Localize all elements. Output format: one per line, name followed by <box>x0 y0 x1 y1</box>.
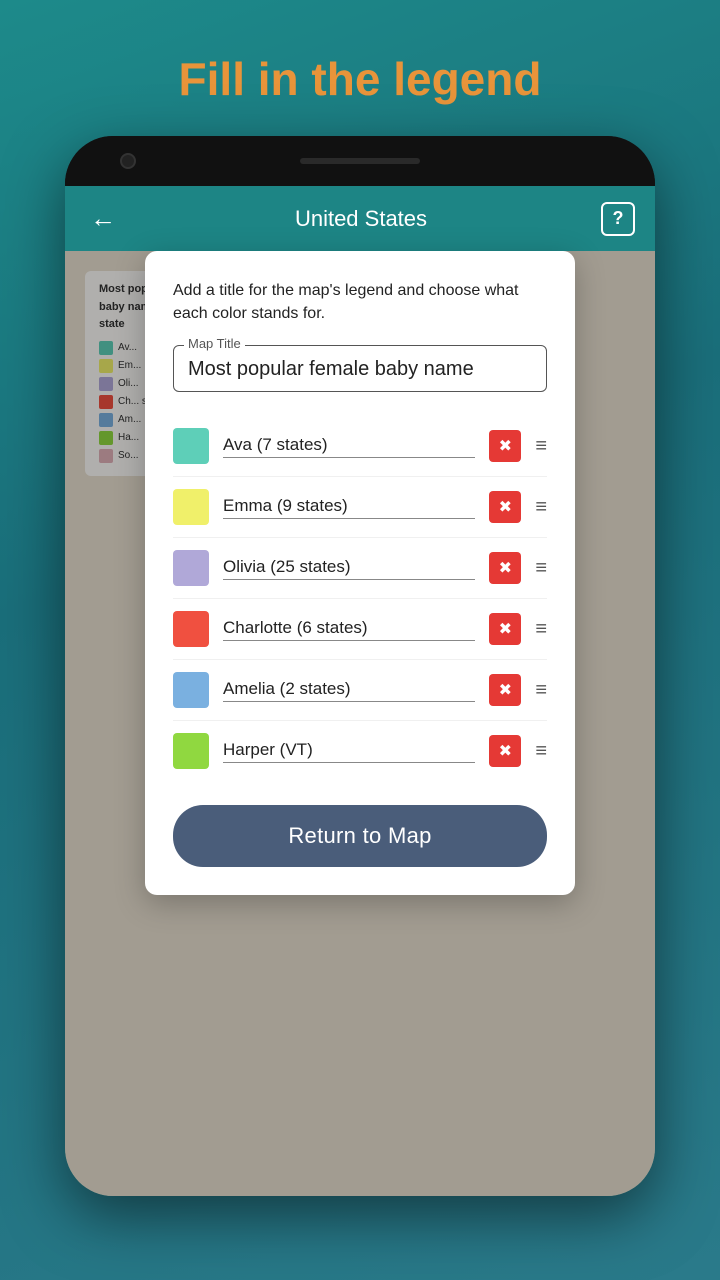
legend-color-swatch <box>173 611 209 647</box>
legend-color-swatch <box>173 550 209 586</box>
delete-legend-item-button[interactable]: ✖ <box>489 552 521 584</box>
legend-text-input[interactable] <box>223 679 475 702</box>
legend-text-input[interactable] <box>223 435 475 458</box>
legend-text-input[interactable] <box>223 557 475 580</box>
map-title-input[interactable] <box>188 358 532 381</box>
legend-modal: Add a title for the map's legend and cho… <box>145 251 575 895</box>
legend-row: ✖≡ <box>173 660 547 721</box>
phone-speaker <box>300 158 420 164</box>
app-header: ← United States ? <box>65 186 655 251</box>
app-header-title: United States <box>295 206 427 232</box>
delete-legend-item-button[interactable]: ✖ <box>489 491 521 523</box>
drag-handle-icon[interactable]: ≡ <box>535 497 547 517</box>
legend-color-swatch <box>173 428 209 464</box>
legend-text-input[interactable] <box>223 618 475 641</box>
modal-description: Add a title for the map's legend and cho… <box>173 279 547 325</box>
drag-handle-icon[interactable]: ≡ <box>535 436 547 456</box>
page-title: Fill in the legend <box>179 52 542 106</box>
legend-row: ✖≡ <box>173 721 547 781</box>
return-to-map-button[interactable]: Return to Map <box>173 805 547 867</box>
back-button[interactable]: ← <box>85 198 121 239</box>
phone-camera <box>120 153 136 169</box>
delete-legend-item-button[interactable]: ✖ <box>489 613 521 645</box>
phone-top-bar <box>65 136 655 186</box>
delete-legend-item-button[interactable]: ✖ <box>489 430 521 462</box>
drag-handle-icon[interactable]: ≡ <box>535 680 547 700</box>
legend-text-input[interactable] <box>223 740 475 763</box>
legend-items-list: ✖≡✖≡✖≡✖≡✖≡✖≡ <box>173 416 547 781</box>
phone-device: ← United States ? Most popular femalebab… <box>65 136 655 1196</box>
drag-handle-icon[interactable]: ≡ <box>535 741 547 761</box>
legend-color-swatch <box>173 489 209 525</box>
map-title-label: Map Title <box>184 336 245 351</box>
delete-legend-item-button[interactable]: ✖ <box>489 735 521 767</box>
delete-legend-item-button[interactable]: ✖ <box>489 674 521 706</box>
legend-color-swatch <box>173 672 209 708</box>
help-button[interactable]: ? <box>601 202 635 236</box>
legend-row: ✖≡ <box>173 538 547 599</box>
legend-text-input[interactable] <box>223 496 475 519</box>
legend-color-swatch <box>173 733 209 769</box>
drag-handle-icon[interactable]: ≡ <box>535 558 547 578</box>
app-screen: ← United States ? Most popular femalebab… <box>65 186 655 1196</box>
modal-overlay: Add a title for the map's legend and cho… <box>65 251 655 1196</box>
map-title-input-group: Map Title <box>173 345 547 392</box>
legend-row: ✖≡ <box>173 477 547 538</box>
drag-handle-icon[interactable]: ≡ <box>535 619 547 639</box>
legend-row: ✖≡ <box>173 599 547 660</box>
legend-row: ✖≡ <box>173 416 547 477</box>
